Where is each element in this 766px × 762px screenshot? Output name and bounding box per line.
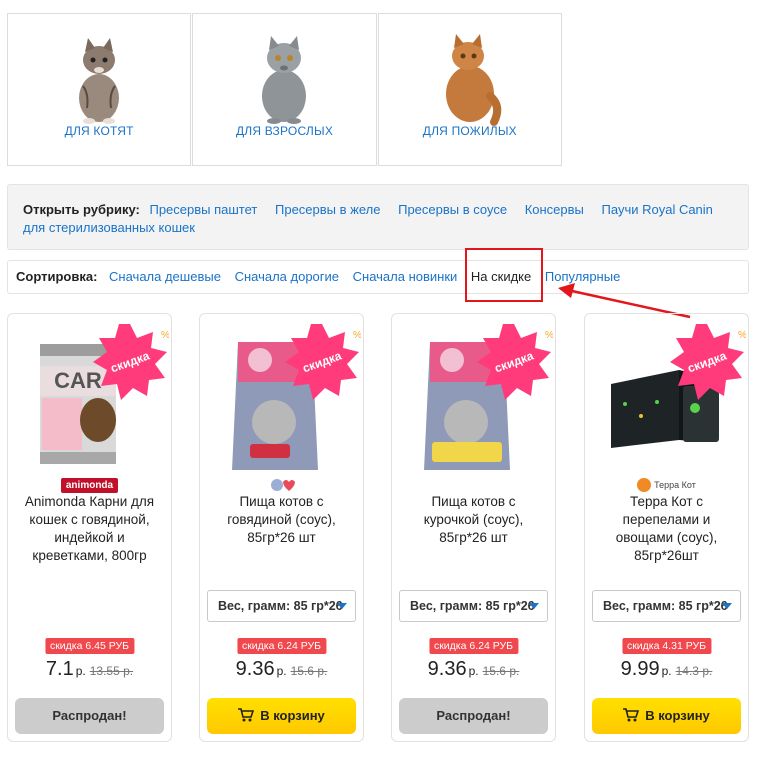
brand-logo: animonda	[8, 476, 171, 494]
rubric-title: Открыть рубрику:	[23, 202, 140, 217]
adult-cat-image	[262, 36, 307, 124]
rubric-link-sauce[interactable]: Пресервы в соусе	[398, 202, 507, 217]
discount-badge-icon: скидка %	[285, 324, 361, 400]
price-currency: р.	[75, 664, 86, 678]
old-price: 15.6 р.	[482, 664, 520, 678]
category-label[interactable]: ДЛЯ ПОЖИЛЫХ	[379, 124, 561, 138]
terra-kot-logo-icon	[637, 478, 652, 492]
weight-value: Вес, грамм: 85 гр*26	[218, 599, 343, 613]
rubric-link-sterilized[interactable]: для стерилизованных кошек	[23, 220, 195, 235]
weight-value: Вес, грамм: 85 гр*26	[410, 599, 535, 613]
chevron-down-icon	[337, 603, 347, 609]
product-card: скидка % Терра Кот Терра Кот с перепелам…	[584, 313, 749, 742]
price-currency: р.	[661, 664, 672, 678]
brand-logo	[200, 476, 363, 494]
sort-cheap[interactable]: Сначала дешевые	[109, 269, 221, 284]
category-senior[interactable]: ДЛЯ ПОЖИЛЫХ	[377, 13, 562, 166]
weight-select[interactable]: Вес, грамм: 85 гр*26	[207, 590, 356, 622]
weight-select[interactable]: Вес, грамм: 85 гр*26	[399, 590, 548, 622]
discount-label: скидка 6.24 РУБ	[236, 638, 327, 654]
old-price: 14.3 р.	[675, 664, 713, 678]
cart-button-label: В корзину	[260, 708, 325, 723]
price-value: 7.1	[45, 658, 74, 680]
add-to-cart-button[interactable]: В корзину	[592, 698, 741, 734]
price: 9.36 р. 15.6 р.	[200, 658, 363, 681]
svg-text:%: %	[161, 330, 169, 341]
discount-badge-icon: скидка %	[477, 324, 553, 400]
senior-cat-image	[445, 34, 501, 126]
rubric-link-canned[interactable]: Консервы	[525, 202, 584, 217]
svg-text:%: %	[353, 330, 361, 341]
svg-text:%: %	[738, 330, 746, 341]
weight-value: Вес, грамм: 85 гр*26	[603, 599, 728, 613]
age-categories: ДЛЯ КОТЯТ ДЛЯ ВЗРОСЛЫХ ДЛЯ ПОЖИЛЫХ	[7, 13, 563, 166]
price: 9.99 р. 14.3 р.	[585, 658, 748, 681]
brand-terra: Терра Кот	[654, 479, 696, 490]
discount-label: скидка 6.45 РУБ	[44, 638, 135, 654]
price-value: 9.99	[620, 658, 660, 680]
category-label[interactable]: ДЛЯ КОТЯТ	[8, 124, 190, 138]
sort-title: Сортировка:	[16, 269, 98, 284]
discount-badge-icon: скидка %	[670, 324, 746, 400]
highlight-box	[465, 248, 543, 302]
heart-logo-icon	[270, 479, 295, 491]
price: 7.1 р. 13.55 р.	[8, 658, 171, 681]
old-price: 13.55 р.	[89, 664, 134, 678]
product-card: CAR скидка % animonda Animonda Карни для…	[7, 313, 172, 742]
price-value: 9.36	[427, 658, 467, 680]
old-price: 15.6 р.	[290, 664, 328, 678]
sort-popular[interactable]: Популярные	[545, 269, 620, 284]
add-to-cart-button[interactable]: В корзину	[207, 698, 356, 734]
product-name[interactable]: Пища котов с курочкой (соус), 85гр*26 шт	[404, 493, 543, 547]
discount-label: скидка 4.31 РУБ	[621, 638, 712, 654]
price-currency: р.	[276, 664, 287, 678]
chevron-down-icon	[529, 603, 539, 609]
rubric-link-jelly[interactable]: Пресервы в желе	[275, 202, 380, 217]
sort-bar: Сортировка: Сначала дешевые Сначала доро…	[7, 260, 749, 294]
brand-logo	[392, 476, 555, 494]
product-name[interactable]: Терра Кот с перепелами и овощами (соус),…	[597, 493, 736, 565]
sold-out-button[interactable]: Распродан!	[399, 698, 548, 734]
category-kittens[interactable]: ДЛЯ КОТЯТ	[7, 13, 192, 166]
brand-animonda: animonda	[60, 477, 119, 493]
brand-logo: Терра Кот	[585, 476, 748, 494]
sold-out-button[interactable]: Распродан!	[15, 698, 164, 734]
cart-icon	[623, 708, 640, 722]
cart-icon	[238, 708, 255, 722]
weight-select[interactable]: Вес, грамм: 85 гр*26	[592, 590, 741, 622]
rubric-panel: Открыть рубрику: Пресервы паштет Пресерв…	[7, 184, 749, 250]
sort-expensive[interactable]: Сначала дорогие	[235, 269, 339, 284]
chevron-down-icon	[722, 603, 732, 609]
price: 9.36 р. 15.6 р.	[392, 658, 555, 681]
discount-label: скидка 6.24 РУБ	[428, 638, 519, 654]
category-label[interactable]: ДЛЯ ВЗРОСЛЫХ	[193, 124, 375, 138]
category-adult[interactable]: ДЛЯ ВЗРОСЛЫХ	[192, 13, 377, 166]
product-name[interactable]: Animonda Карни для кошек с говядиной, ин…	[20, 493, 159, 565]
price-currency: р.	[468, 664, 479, 678]
rubric-link-pate[interactable]: Пресервы паштет	[149, 202, 257, 217]
sort-new[interactable]: Сначала новинки	[353, 269, 458, 284]
product-card: скидка % Пища котов с говядиной (соус), …	[199, 313, 364, 742]
svg-text:%: %	[545, 330, 553, 341]
product-name[interactable]: Пища котов с говядиной (соус), 85гр*26 ш…	[212, 493, 351, 547]
cart-button-label: В корзину	[645, 708, 710, 723]
product-card: скидка % Пища котов с курочкой (соус), 8…	[391, 313, 556, 742]
price-value: 9.36	[235, 658, 275, 680]
kitten-image	[79, 38, 120, 124]
rubric-link-royal-canin[interactable]: Паучи Royal Canin	[602, 202, 713, 217]
discount-badge-icon: скидка %	[93, 324, 169, 400]
